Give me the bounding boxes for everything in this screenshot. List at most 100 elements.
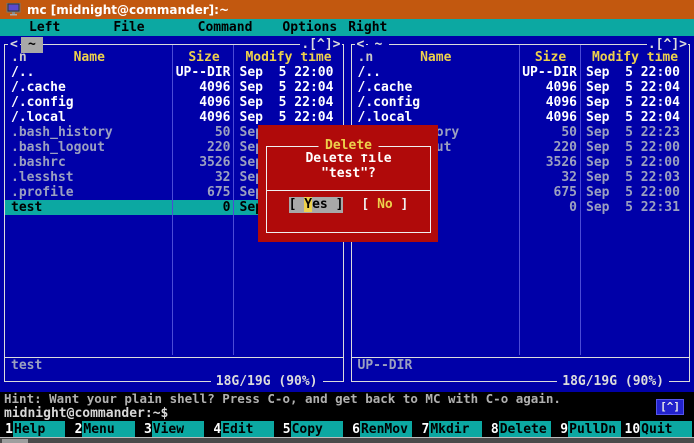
fkey-help[interactable]: 1Help xyxy=(0,421,69,438)
menu-options[interactable]: Options xyxy=(282,19,337,36)
file-name: /.cache xyxy=(352,80,521,95)
file-size: 0 xyxy=(174,200,235,215)
file-row[interactable]: /..UP--DIRSep 5 22:00 xyxy=(352,65,690,80)
horizontal-scrollbar[interactable] xyxy=(0,437,694,443)
function-key-bar: 1Help2Menu3View4Edit5Copy6RenMov7Mkdir8D… xyxy=(0,421,694,438)
fkey-menu[interactable]: 2Menu xyxy=(69,421,138,438)
column-separator xyxy=(519,45,520,355)
fkey-pulldn[interactable]: 9PullDn xyxy=(555,421,624,438)
fkey-view[interactable]: 3View xyxy=(139,421,208,438)
fkey-copy[interactable]: 5Copy xyxy=(278,421,347,438)
file-size: 32 xyxy=(520,170,581,185)
delete-dialog: Delete Delete file "test"? [ Yes ] [ No … xyxy=(258,125,438,242)
file-size: 50 xyxy=(520,125,581,140)
column-header-size[interactable]: Size xyxy=(520,50,581,65)
disk-usage: 18G/19G (90%) xyxy=(557,374,669,389)
file-name: /.config xyxy=(352,95,521,110)
yes-button[interactable]: [ Yes ] xyxy=(289,197,344,213)
mc-window: mc [midnight@commander]:~ Left File Comman… xyxy=(0,0,694,443)
mini-status: test xyxy=(5,358,343,373)
dialog-message-line2: "test"? xyxy=(267,166,430,181)
fkey-label: Menu xyxy=(82,421,134,438)
fkey-label: PullDn xyxy=(568,421,620,438)
fkey-label: RenMov xyxy=(360,421,412,438)
file-size: 3526 xyxy=(174,155,235,170)
right-panel-path[interactable]: ~ xyxy=(368,37,390,53)
window-titlebar[interactable]: mc [midnight@commander]:~ xyxy=(0,0,694,19)
file-mtime: Sep 5 22:00 xyxy=(581,140,689,155)
menu-file[interactable]: File xyxy=(113,19,144,36)
fkey-label: Quit xyxy=(640,421,692,438)
panel-history-left-icon[interactable]: < xyxy=(355,37,367,52)
menu-command[interactable]: Command xyxy=(198,19,253,36)
scroll-up-badge[interactable]: [^] xyxy=(656,399,684,415)
left-panel-path[interactable]: ~ xyxy=(21,37,43,53)
fkey-label: Delete xyxy=(499,421,551,438)
file-row[interactable]: /..UP--DIRSep 5 22:00 xyxy=(5,65,343,80)
fkey-edit[interactable]: 4Edit xyxy=(208,421,277,438)
fkey-number: 8 xyxy=(486,421,499,438)
yes-button-rest: es ] xyxy=(312,197,343,212)
panel-scroll-markers-icon[interactable]: .[^]> xyxy=(647,37,688,52)
fkey-number: 9 xyxy=(555,421,568,438)
panel-history-left-icon[interactable]: < xyxy=(8,37,20,52)
hint-line: Hint: Want your plain shell? Press C-o, … xyxy=(0,392,694,406)
file-row[interactable]: /.config4096Sep 5 22:04 xyxy=(352,95,690,110)
yes-button-bracket: [ xyxy=(289,197,305,212)
panel-scroll-markers-icon[interactable]: .[^]> xyxy=(300,37,341,52)
column-separator xyxy=(172,45,173,355)
file-mtime: Sep 5 22:00 xyxy=(581,185,689,200)
file-name: .lesshst xyxy=(5,170,174,185)
column-header-mtime[interactable]: Modify time xyxy=(235,50,343,65)
menu-right[interactable]: Right xyxy=(348,19,387,36)
file-size: 675 xyxy=(520,185,581,200)
dialog-title: Delete xyxy=(318,138,379,154)
file-size: 675 xyxy=(174,185,235,200)
file-name: /.local xyxy=(5,110,174,125)
file-size: 220 xyxy=(174,140,235,155)
file-row[interactable]: /.cache4096Sep 5 22:04 xyxy=(5,80,343,95)
dialog-separator xyxy=(267,190,430,191)
column-header-size[interactable]: Size xyxy=(174,50,235,65)
file-mtime: Sep 5 22:04 xyxy=(235,80,343,95)
file-row[interactable]: /.cache4096Sep 5 22:04 xyxy=(352,80,690,95)
fkey-number: 5 xyxy=(278,421,291,438)
fkey-quit[interactable]: 10Quit xyxy=(625,421,694,438)
fkey-number: 10 xyxy=(625,421,641,438)
fkey-number: 2 xyxy=(69,421,82,438)
file-size: 4096 xyxy=(520,110,581,125)
file-size: 50 xyxy=(174,125,235,140)
file-size: 220 xyxy=(520,140,581,155)
file-row[interactable]: /.local4096Sep 5 22:04 xyxy=(5,110,343,125)
terminal-monitor-icon xyxy=(6,3,21,16)
file-row[interactable]: /.config4096Sep 5 22:04 xyxy=(5,95,343,110)
file-size: 3526 xyxy=(520,155,581,170)
file-name: .bashrc xyxy=(5,155,174,170)
file-row[interactable]: /.local4096Sep 5 22:04 xyxy=(352,110,690,125)
fkey-renmov[interactable]: 6RenMov xyxy=(347,421,416,438)
menu-left[interactable]: Left xyxy=(29,19,60,36)
dialog-frame: Delete Delete file "test"? [ Yes ] [ No … xyxy=(266,146,431,233)
file-size: 4096 xyxy=(174,80,235,95)
file-size: 4096 xyxy=(520,80,581,95)
yes-button-hotkey: Y xyxy=(304,197,312,212)
shell-prompt[interactable]: midnight@commander:~$ xyxy=(0,406,694,421)
file-mtime: Sep 5 22:23 xyxy=(581,125,689,140)
window-title: mc [midnight@commander]:~ xyxy=(27,3,229,17)
file-name: /.config xyxy=(5,95,174,110)
dialog-buttons: [ Yes ] [ No ] xyxy=(267,197,430,213)
mini-status: UP--DIR xyxy=(352,358,690,373)
column-separator xyxy=(580,45,581,355)
file-mtime: Sep 5 22:00 xyxy=(581,155,689,170)
file-mtime: Sep 5 22:04 xyxy=(581,80,689,95)
scrollbar-thumb[interactable] xyxy=(2,439,28,443)
fkey-label: View xyxy=(152,421,204,438)
column-header-mtime[interactable]: Modify time xyxy=(581,50,689,65)
fkey-number: 3 xyxy=(139,421,152,438)
file-mtime: Sep 5 22:00 xyxy=(235,65,343,80)
column-headers: .n Name Size Modify time xyxy=(352,50,690,65)
no-button[interactable]: [ No ] xyxy=(361,197,408,213)
fkey-mkdir[interactable]: 7Mkdir xyxy=(416,421,485,438)
fkey-delete[interactable]: 8Delete xyxy=(486,421,555,438)
fkey-label: Edit xyxy=(221,421,273,438)
